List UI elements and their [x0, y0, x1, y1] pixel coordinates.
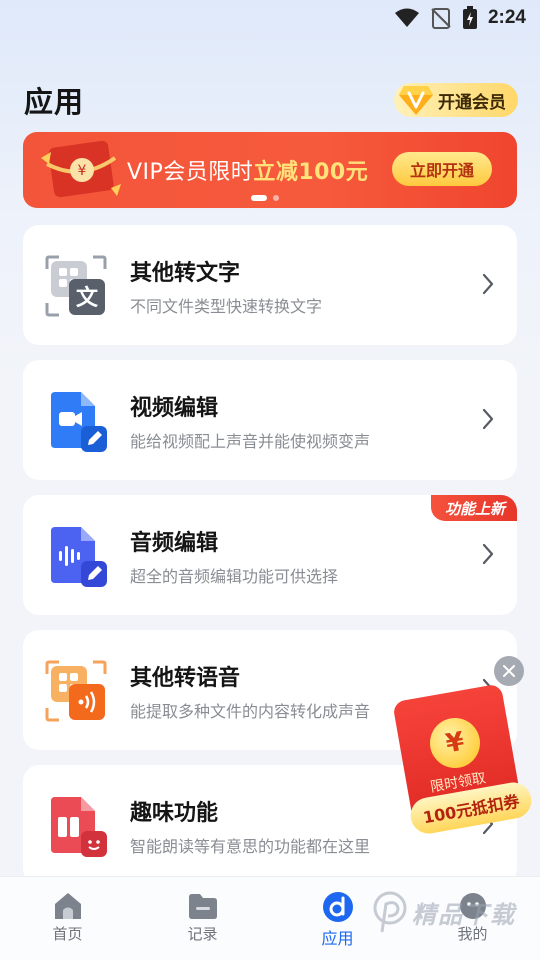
feature-title: 其他转文字	[130, 261, 241, 286]
folder-icon	[188, 894, 217, 919]
banner-page-indicator	[251, 195, 279, 201]
feature-subtitle: 智能朗读等有意思的功能都在这里	[130, 837, 371, 856]
feature-subtitle: 超全的音频编辑功能可供选择	[130, 567, 339, 586]
file-to-speech-icon	[45, 660, 107, 722]
open-now-button[interactable]: 立即开通	[392, 152, 492, 186]
nav-item-records[interactable]: 记录	[135, 877, 270, 960]
watermark: 精品下载	[372, 890, 516, 934]
fun-feature-icon	[51, 797, 107, 857]
nav-label-home: 首页	[52, 925, 83, 943]
status-time: 2:24	[487, 7, 526, 28]
feature-card-audio-edit[interactable]: 功能上新 音频编辑 超全的音频编辑功能可供选择	[23, 495, 517, 615]
svg-text:¥: ¥	[78, 163, 87, 179]
feature-title: 视频编辑	[130, 396, 219, 421]
nav-item-home[interactable]: 首页	[0, 877, 135, 960]
banner-dot	[273, 195, 279, 201]
feature-subtitle: 能提取多种文件的内容转化成声音	[130, 702, 371, 721]
feature-new-badge: 功能上新	[430, 495, 517, 521]
feature-subtitle: 不同文件类型快速转换文字	[130, 297, 323, 316]
video-edit-icon	[51, 392, 107, 452]
feature-title: 其他转语音	[130, 666, 241, 691]
close-icon	[503, 665, 515, 677]
audio-edit-icon	[51, 527, 107, 587]
nav-label-apps: 应用	[321, 929, 354, 948]
banner-dot-active	[251, 195, 267, 201]
red-envelope-icon: ¥	[41, 140, 121, 198]
banner-text-highlight: 立减100元	[253, 160, 369, 185]
battery-charging-icon	[462, 6, 477, 29]
vip-promo-banner[interactable]: ¥ VIP会员限时立减100元 立即开通	[23, 132, 517, 208]
svg-text:文: 文	[76, 285, 99, 311]
feature-title: 音频编辑	[130, 531, 219, 556]
nav-label-records: 记录	[187, 925, 218, 943]
feature-card-file-to-text[interactable]: 文 其他转文字 不同文件类型快速转换文字	[23, 225, 517, 345]
chevron-right-icon	[482, 408, 494, 430]
banner-promo-text: VIP会员限时立减100元	[127, 154, 368, 186]
page-title: 应用	[24, 85, 85, 119]
watermark-text: 精品下载	[412, 900, 516, 929]
vip-button[interactable]: 开通会员	[394, 83, 518, 117]
wifi-icon	[394, 8, 419, 27]
page-header: 应用 开通会员	[24, 78, 518, 122]
vip-diamond-icon	[399, 86, 433, 115]
chevron-right-icon	[482, 273, 494, 295]
close-promo-button[interactable]	[494, 656, 524, 686]
feature-title: 趣味功能	[130, 801, 219, 826]
apps-icon	[322, 892, 353, 922]
file-to-text-icon: 文	[45, 255, 107, 317]
vip-button-label: 开通会员	[438, 92, 506, 113]
status-bar: 2:24	[0, 0, 540, 36]
watermark-logo-icon	[373, 891, 407, 933]
home-icon	[54, 893, 81, 919]
feature-subtitle: 能给视频配上声音并能使视频变声	[130, 432, 371, 451]
feature-card-video-edit[interactable]: 视频编辑 能给视频配上声音并能使视频变声	[23, 360, 517, 480]
floating-coupon-promo[interactable]: ¥ 限时领取 100元抵扣券	[388, 683, 538, 848]
banner-text-prefix: VIP会员限时	[127, 160, 254, 185]
chevron-right-icon	[482, 543, 494, 565]
no-sim-icon	[431, 8, 451, 29]
